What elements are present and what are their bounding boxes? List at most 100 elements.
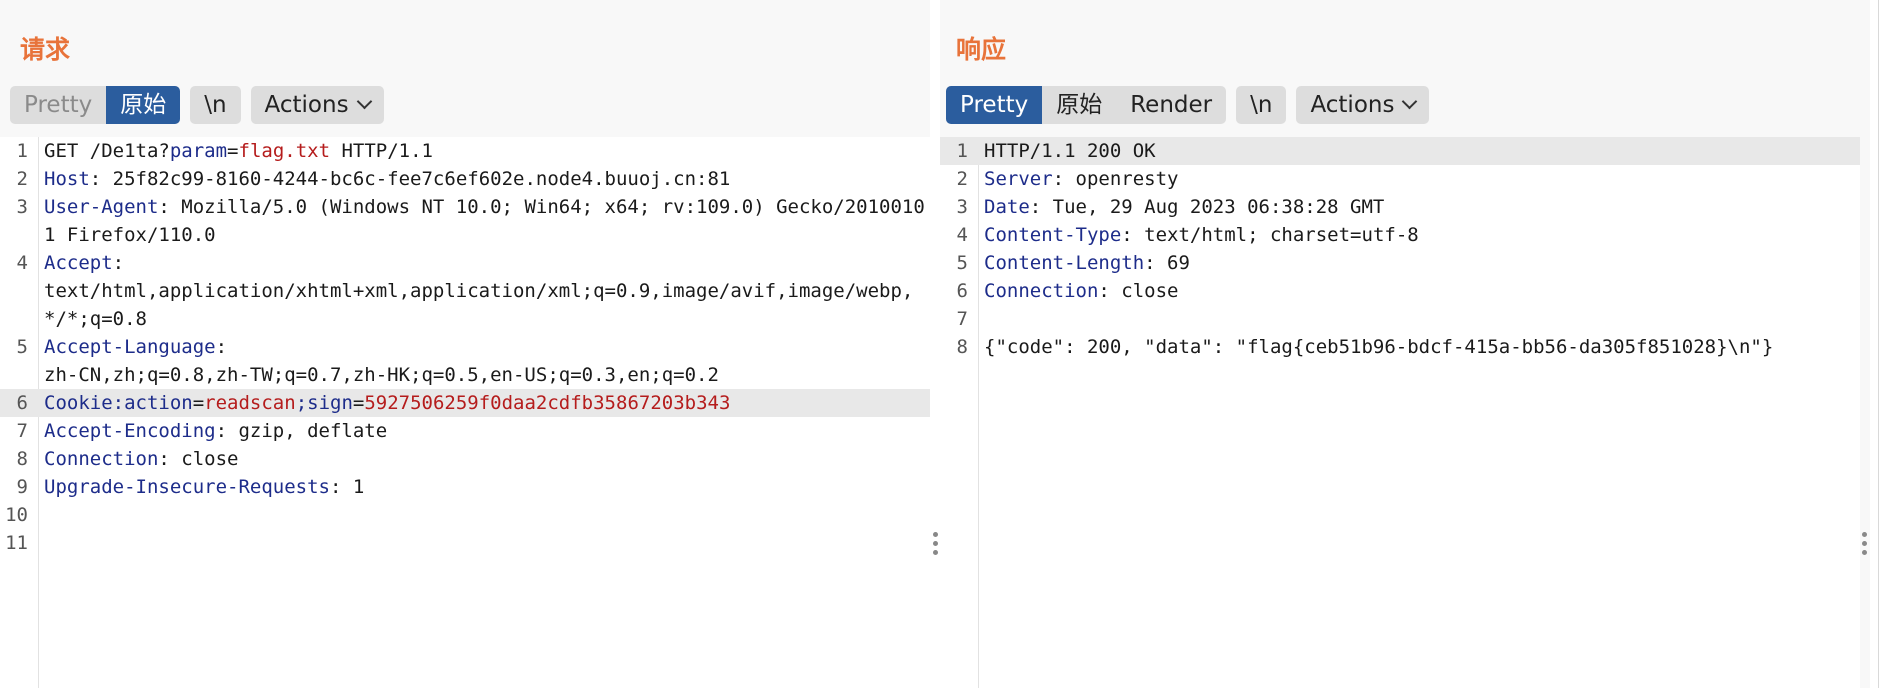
code-token: : 25f82c99-8160-4244-bc6c-fee7c6ef602e.n… bbox=[89, 168, 731, 190]
code-text: HTTP/1.1 200 OK bbox=[984, 137, 1860, 165]
request-tab-raw[interactable]: 原始 bbox=[106, 86, 181, 124]
line-number: 7 bbox=[956, 308, 968, 330]
line-number: 8 bbox=[956, 336, 968, 358]
code-line: 7 bbox=[940, 305, 1860, 333]
code-line: 2 Host: 25f82c99-8160-4244-bc6c-fee7c6ef6… bbox=[0, 165, 930, 193]
code-text: User-Agent: Mozilla/5.0 (Windows NT 10.0… bbox=[44, 193, 930, 249]
drag-handle-icon[interactable] bbox=[933, 532, 938, 559]
chevron-down-icon bbox=[1402, 93, 1418, 110]
response-newline-toggle[interactable]: \n bbox=[1236, 86, 1286, 124]
code-text: {"code": 200, "data": "flag{ceb51b96-bdc… bbox=[984, 333, 1860, 361]
code-token: : close bbox=[158, 448, 239, 470]
code-token: {"code": 200, "data": "flag{ceb51b96-bdc… bbox=[984, 336, 1774, 358]
header-name: Content-Type bbox=[984, 224, 1122, 246]
code-token: = bbox=[352, 392, 365, 414]
header-name: ;sign bbox=[295, 392, 353, 414]
code-token: : 69 bbox=[1144, 252, 1190, 274]
response-tab-pretty[interactable]: Pretty bbox=[946, 86, 1043, 124]
response-view-tabs: Pretty 原始 Render bbox=[946, 86, 1227, 124]
code-text: Content-Type: text/html; charset=utf-8 bbox=[984, 221, 1860, 249]
header-name: Accept-Language bbox=[44, 336, 216, 358]
request-panel: 请求 Pretty 原始 \n Actions 1 GET /De1ta?para… bbox=[0, 0, 930, 688]
code-line: 9 Upgrade-Insecure-Requests: 1 bbox=[0, 473, 930, 501]
code-line: 4 Content-Type: text/html; charset=utf-8 bbox=[940, 221, 1860, 249]
code-line: 2 Server: openresty bbox=[940, 165, 1860, 193]
code-line: 4 Accept: text/html,application/xhtml+xml… bbox=[0, 249, 930, 333]
code-token: : text/html,application/xhtml+xml,applic… bbox=[44, 252, 914, 330]
code-line: 10 bbox=[0, 501, 930, 529]
param-value: readscan bbox=[204, 392, 296, 414]
code-line: 5 Content-Length: 69 bbox=[940, 249, 1860, 277]
header-name: Host bbox=[44, 168, 90, 190]
code-token: : close bbox=[1098, 280, 1179, 302]
code-token: : text/html; charset=utf-8 bbox=[1121, 224, 1419, 246]
header-name: Cookie:action bbox=[44, 392, 193, 414]
request-title: 请求 bbox=[20, 35, 71, 64]
response-actions-menu[interactable]: Actions bbox=[1296, 86, 1429, 124]
response-title: 响应 bbox=[956, 35, 1007, 64]
response-panel: 响应 Pretty 原始 Render \n Actions 1 HTTP/1.1… bbox=[940, 0, 1870, 688]
code-line: 1 GET /De1ta?param=flag.txt HTTP/1.1 bbox=[0, 137, 930, 165]
param-value: 5927506259f0daa2cdfb35867203b343 bbox=[364, 392, 731, 414]
line-number: 9 bbox=[16, 476, 28, 498]
request-view-tabs: Pretty 原始 bbox=[10, 86, 181, 124]
window-edge bbox=[1878, 0, 1879, 688]
request-newline-toggle[interactable]: \n bbox=[190, 86, 240, 124]
response-actions-label: Actions bbox=[1310, 92, 1395, 118]
response-tab-render[interactable]: Render bbox=[1116, 86, 1226, 124]
response-tab-raw[interactable]: 原始 bbox=[1042, 86, 1116, 124]
code-text: Host: 25f82c99-8160-4244-bc6c-fee7c6ef60… bbox=[44, 165, 930, 193]
request-tab-pretty[interactable]: Pretty bbox=[10, 86, 106, 124]
response-editor[interactable]: 1 HTTP/1.1 200 OK 2 Server: openresty 3 Date:… bbox=[940, 137, 1860, 688]
code-token: : Mozilla/5.0 (Windows NT 10.0; Win64; x… bbox=[44, 196, 925, 246]
code-line: 3 User-Agent: Mozilla/5.0 (Windows NT 10.… bbox=[0, 193, 930, 249]
line-number: 1 bbox=[956, 140, 968, 162]
code-text: Server: openresty bbox=[984, 165, 1860, 193]
code-text: Accept-Encoding: gzip, deflate bbox=[44, 417, 930, 445]
header-name: Content-Length bbox=[984, 252, 1145, 274]
code-line: 11 bbox=[0, 529, 930, 557]
line-number: 3 bbox=[16, 196, 28, 218]
code-text: Content-Length: 69 bbox=[984, 249, 1860, 277]
line-number: 6 bbox=[16, 392, 28, 414]
code-token: GET /De1ta? bbox=[44, 140, 170, 162]
line-number: 5 bbox=[956, 252, 968, 274]
request-toolbar: Pretty 原始 \n Actions bbox=[10, 86, 384, 124]
header-name: Connection bbox=[984, 280, 1099, 302]
code-token: : openresty bbox=[1052, 168, 1179, 190]
line-number: 3 bbox=[956, 196, 968, 218]
request-lines: 1 GET /De1ta?param=flag.txt HTTP/1.1 2 Host… bbox=[0, 137, 930, 557]
line-number: 2 bbox=[16, 168, 28, 190]
drag-handle-icon[interactable] bbox=[1862, 532, 1867, 559]
line-number: 1 bbox=[16, 140, 28, 162]
header-name: param bbox=[169, 140, 228, 162]
header-name: Accept-Encoding bbox=[44, 420, 216, 442]
code-line: 6 Cookie:action=readscan;sign=5927506259f… bbox=[0, 389, 930, 417]
code-token: HTTP/1.1 bbox=[330, 140, 433, 162]
code-line: 6 Connection: close bbox=[940, 277, 1860, 305]
header-name: Connection bbox=[44, 448, 159, 470]
request-actions-menu[interactable]: Actions bbox=[251, 86, 384, 124]
code-text: Date: Tue, 29 Aug 2023 06:38:28 GMT bbox=[984, 193, 1860, 221]
line-number: 8 bbox=[16, 448, 28, 470]
code-text: Accept-Language: zh-CN,zh;q=0.8,zh-TW;q=… bbox=[44, 333, 930, 389]
code-text: GET /De1ta?param=flag.txt HTTP/1.1 bbox=[44, 137, 930, 165]
request-actions-label: Actions bbox=[264, 92, 349, 118]
code-line: 1 HTTP/1.1 200 OK bbox=[940, 137, 1860, 165]
header-name: User-Agent bbox=[44, 196, 159, 218]
code-line: 8 Connection: close bbox=[0, 445, 930, 473]
param-value: flag.txt bbox=[238, 140, 331, 162]
header-name: Date bbox=[984, 196, 1030, 218]
pane-divider[interactable] bbox=[930, 0, 940, 688]
line-number: 7 bbox=[16, 420, 28, 442]
code-line: 5 Accept-Language: zh-CN,zh;q=0.8,zh-TW;q… bbox=[0, 333, 930, 389]
code-text: Connection: close bbox=[44, 445, 930, 473]
line-number: 5 bbox=[16, 336, 28, 358]
code-token: HTTP/1.1 200 OK bbox=[984, 140, 1156, 162]
code-text: Cookie:action=readscan;sign=5927506259f0… bbox=[44, 389, 930, 417]
line-number: 11 bbox=[5, 532, 28, 554]
request-editor[interactable]: 1 GET /De1ta?param=flag.txt HTTP/1.1 2 Host… bbox=[0, 137, 930, 688]
